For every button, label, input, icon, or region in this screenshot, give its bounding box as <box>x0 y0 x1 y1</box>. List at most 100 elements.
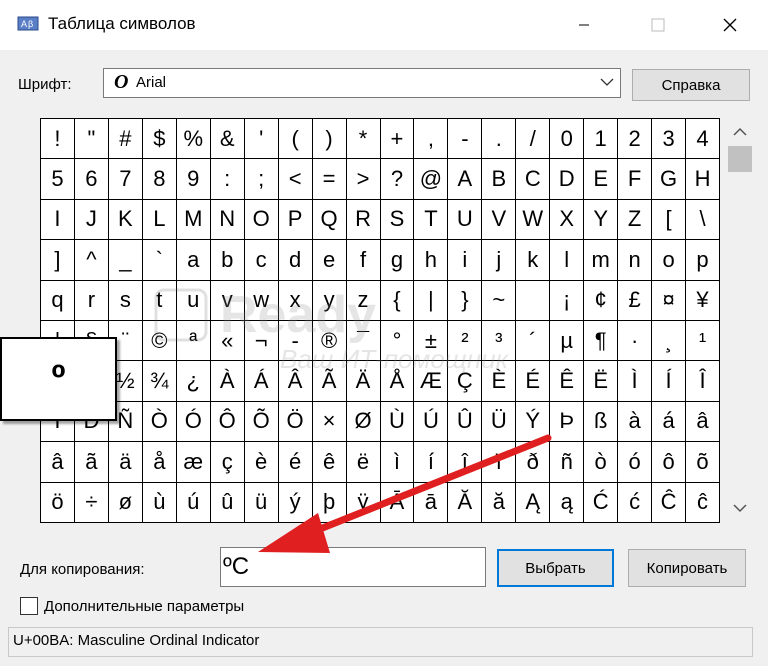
char-cell[interactable]: á <box>652 401 687 443</box>
char-cell[interactable]: O <box>244 199 279 241</box>
char-cell[interactable]: y <box>312 280 347 321</box>
char-cell[interactable]: # <box>108 119 143 160</box>
char-cell[interactable]: ç <box>210 442 245 483</box>
char-cell[interactable]: ª <box>176 321 211 362</box>
char-cell[interactable]: è <box>244 442 279 483</box>
char-cell[interactable]: Z <box>618 199 653 241</box>
char-cell[interactable]: ÷ <box>74 482 109 523</box>
char-cell[interactable]: é <box>278 442 313 483</box>
char-cell[interactable]: £ <box>618 280 653 321</box>
char-cell[interactable]: Ù <box>380 401 415 443</box>
char-cell[interactable]: s <box>108 280 143 321</box>
char-cell[interactable]: Í <box>652 361 687 402</box>
char-cell[interactable]: ĉ <box>686 482 720 523</box>
char-cell[interactable]: ¢ <box>584 280 619 321</box>
char-cell[interactable]: Î <box>686 361 720 402</box>
char-cell[interactable]: û <box>210 482 245 523</box>
char-cell[interactable]: ñ <box>550 442 585 483</box>
char-cell[interactable]: & <box>210 119 245 160</box>
char-cell[interactable]: E <box>584 159 619 200</box>
char-cell[interactable]: < <box>278 159 313 200</box>
char-cell[interactable]: b <box>210 240 245 281</box>
char-cell[interactable]: % <box>176 119 211 160</box>
char-cell[interactable]: > <box>346 159 381 200</box>
char-cell[interactable]: ö <box>41 482 75 523</box>
char-cell[interactable]: $ <box>142 119 177 160</box>
char-cell[interactable]: S <box>380 199 415 241</box>
char-cell[interactable]: ¿ <box>176 361 211 402</box>
char-cell[interactable]: ù <box>142 482 177 523</box>
char-cell[interactable]: Ë <box>584 361 619 402</box>
char-cell[interactable]: ć <box>618 482 653 523</box>
char-cell[interactable]: Ì <box>618 361 653 402</box>
char-cell[interactable]: ¤ <box>652 280 687 321</box>
char-cell[interactable]: C <box>516 159 551 200</box>
char-cell[interactable]: H <box>686 159 720 200</box>
close-button[interactable] <box>703 0 757 50</box>
char-cell[interactable]: n <box>618 240 653 281</box>
char-cell[interactable]: z <box>346 280 381 321</box>
char-cell[interactable]: ^ <box>74 240 109 281</box>
char-cell[interactable]: D <box>550 159 585 200</box>
char-cell[interactable]: Ă <box>448 482 483 523</box>
copy-button[interactable]: Копировать <box>628 549 746 587</box>
grid-scrollbar[interactable] <box>726 118 754 523</box>
char-cell[interactable]: Ó <box>176 401 211 443</box>
char-cell[interactable]: _ <box>108 240 143 281</box>
char-cell[interactable]: B <box>482 159 517 200</box>
char-cell[interactable]: Û <box>448 401 483 443</box>
char-cell[interactable]: 1 <box>584 119 619 160</box>
char-cell[interactable]: ü <box>244 482 279 523</box>
char-cell[interactable]: ! <box>41 119 75 160</box>
copy-text-field[interactable]: ºC <box>220 547 486 587</box>
char-cell[interactable]: A <box>448 159 483 200</box>
char-cell[interactable]: F <box>618 159 653 200</box>
char-cell[interactable]: [ <box>652 199 687 241</box>
char-cell[interactable]: + <box>380 119 415 160</box>
char-cell[interactable]: 2 <box>618 119 653 160</box>
char-cell[interactable]: Ĉ <box>652 482 687 523</box>
char-cell[interactable]: Y <box>584 199 619 241</box>
char-cell[interactable]: T <box>414 199 449 241</box>
char-cell[interactable]: 0 <box>550 119 585 160</box>
char-cell[interactable]: × <box>312 401 347 443</box>
char-cell[interactable]: ¶ <box>584 321 619 362</box>
char-cell[interactable]: Ô <box>210 401 245 443</box>
char-cell[interactable]: ¡ <box>550 280 585 321</box>
char-cell[interactable]: ¬ <box>244 321 279 362</box>
char-cell[interactable]: M <box>176 199 211 241</box>
char-cell[interactable]: æ <box>176 442 211 483</box>
char-cell[interactable]: J <box>74 199 109 241</box>
char-cell[interactable]: Á <box>244 361 279 402</box>
scroll-down-button[interactable] <box>726 498 754 518</box>
char-cell[interactable]: Â <box>278 361 313 402</box>
char-cell[interactable]: ą <box>550 482 585 523</box>
char-cell[interactable]: Ã <box>312 361 347 402</box>
char-cell[interactable]: ï <box>482 442 517 483</box>
char-cell[interactable]: Ü <box>482 401 517 443</box>
char-cell[interactable]: Ú <box>414 401 449 443</box>
char-cell[interactable]: i <box>448 240 483 281</box>
char-cell[interactable]: ® <box>312 321 347 362</box>
char-cell[interactable]: Æ <box>414 361 449 402</box>
char-cell[interactable]: ? <box>380 159 415 200</box>
char-cell[interactable]: : <box>210 159 245 200</box>
char-cell[interactable]: } <box>448 280 483 321</box>
char-cell[interactable]: À <box>210 361 245 402</box>
char-cell[interactable]: u <box>176 280 211 321</box>
char-cell[interactable]: å <box>142 442 177 483</box>
char-cell[interactable]: ) <box>312 119 347 160</box>
char-cell[interactable]: ¯ <box>346 321 381 362</box>
char-cell[interactable]: | <box>414 280 449 321</box>
char-cell[interactable]: 5 <box>41 159 75 200</box>
char-cell[interactable]: þ <box>312 482 347 523</box>
char-cell[interactable]: k <box>516 240 551 281</box>
char-cell[interactable]: K <box>108 199 143 241</box>
char-cell[interactable]: ÿ <box>346 482 381 523</box>
char-cell[interactable]: U <box>448 199 483 241</box>
char-cell[interactable]: Ć <box>584 482 619 523</box>
char-cell[interactable]: V <box>482 199 517 241</box>
help-button[interactable]: Справка <box>632 69 750 101</box>
char-cell[interactable]: Q <box>312 199 347 241</box>
select-button[interactable]: Выбрать <box>497 549 614 587</box>
